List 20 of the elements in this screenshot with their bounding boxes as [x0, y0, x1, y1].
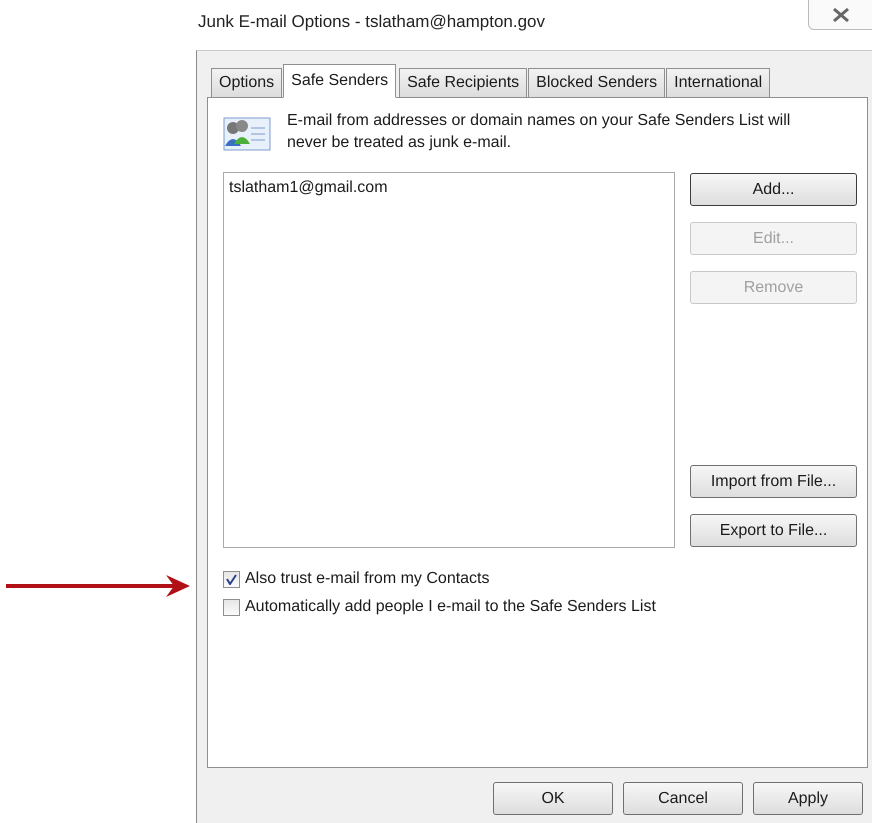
- window-title: Junk E-mail Options - tslatham@hampton.gov: [197, 11, 546, 32]
- checkbox[interactable]: [223, 598, 240, 616]
- file-button[interactable]: Export to File...: [690, 514, 857, 547]
- checkbox-label: Also trust e-mail from my Contacts: [245, 570, 490, 588]
- tab[interactable]: Safe Senders: [283, 64, 396, 98]
- checkbox[interactable]: [223, 570, 240, 588]
- list-button[interactable]: Add...: [690, 173, 857, 206]
- list-item[interactable]: tslatham1@gmail.com: [229, 177, 669, 199]
- dialog-button[interactable]: Apply: [753, 782, 863, 815]
- description-text: E-mail from addresses or domain names on your Safe Senders List will never be treated as junk e-mail.: [287, 111, 792, 153]
- file-button[interactable]: Import from File...: [690, 465, 857, 498]
- tab[interactable]: Blocked Senders: [528, 68, 666, 97]
- checkbox-label: Automatically add people I e-mail to the Safe Senders List: [245, 598, 656, 616]
- dialog-button[interactable]: Cancel: [623, 782, 743, 815]
- tab[interactable]: International: [666, 68, 770, 97]
- dialog-button[interactable]: OK: [493, 782, 613, 815]
- tab[interactable]: Options: [211, 68, 282, 97]
- close-icon: [832, 6, 850, 22]
- tab[interactable]: Safe Recipients: [399, 68, 528, 97]
- close-button[interactable]: [808, 0, 872, 30]
